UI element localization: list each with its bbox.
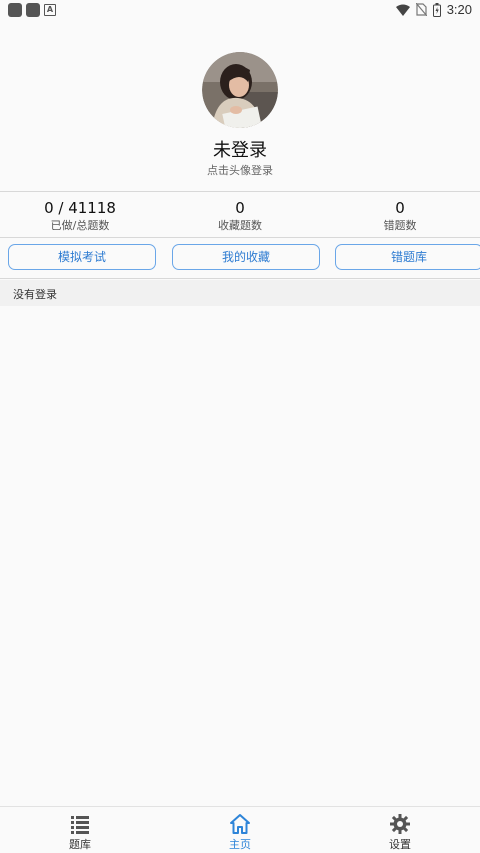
divider	[0, 191, 480, 192]
nav-question-bank[interactable]: 题库	[0, 807, 160, 853]
nav-home[interactable]: 主页	[160, 807, 320, 853]
avatar[interactable]	[202, 52, 278, 128]
stat-value: 0	[395, 199, 405, 217]
mock-exam-button[interactable]: 模拟考试	[8, 244, 156, 270]
avatar-photo	[202, 52, 278, 128]
stat-favorites: 0 收藏题数	[160, 193, 320, 237]
wrong-bank-button[interactable]: 错题库	[335, 244, 480, 270]
my-favorites-button[interactable]: 我的收藏	[172, 244, 320, 270]
action-buttons: 模拟考试 我的收藏 错题库	[0, 244, 480, 272]
login-hint: 点击头像登录	[207, 164, 273, 177]
status-bar: A 3:20	[0, 0, 480, 20]
status-bar-right: 3:20	[395, 2, 472, 17]
status-time: 3:20	[446, 2, 472, 17]
profile-header: 未登录 点击头像登录	[0, 20, 480, 192]
notification-square-icon	[8, 3, 22, 17]
battery-icon	[432, 2, 441, 17]
stat-label: 错题数	[383, 219, 417, 232]
list-icon	[71, 816, 89, 834]
message-bar: 没有登录	[0, 280, 480, 306]
bottom-navigation: 题库 主页 设置	[0, 806, 480, 853]
stats-row: 0 / 41118 已做/总题数 0 收藏题数 0 错题数	[0, 193, 480, 237]
home-icon	[230, 814, 250, 834]
login-status-title[interactable]: 未登录	[0, 136, 480, 162]
divider	[0, 237, 480, 238]
stat-wrong: 0 错题数	[320, 193, 480, 237]
not-logged-in-message: 没有登录	[13, 288, 57, 301]
stat-value: 0 / 41118	[44, 199, 116, 217]
stat-label: 收藏题数	[218, 219, 262, 232]
gear-icon	[390, 814, 410, 834]
status-bar-left: A	[8, 3, 56, 17]
nav-settings[interactable]: 设置	[320, 807, 480, 853]
nav-label-home: 主页	[229, 838, 251, 851]
wifi-icon	[395, 4, 410, 16]
stat-label: 已做/总题数	[50, 219, 110, 232]
divider	[0, 278, 480, 279]
nav-label-question-bank: 题库	[69, 838, 91, 851]
no-sim-icon	[415, 3, 427, 16]
nav-label-settings: 设置	[389, 838, 411, 851]
a-notification-icon: A	[44, 4, 56, 16]
notification-square-icon	[26, 3, 40, 17]
stat-done-total: 0 / 41118 已做/总题数	[0, 193, 160, 237]
stat-value: 0	[235, 199, 245, 217]
